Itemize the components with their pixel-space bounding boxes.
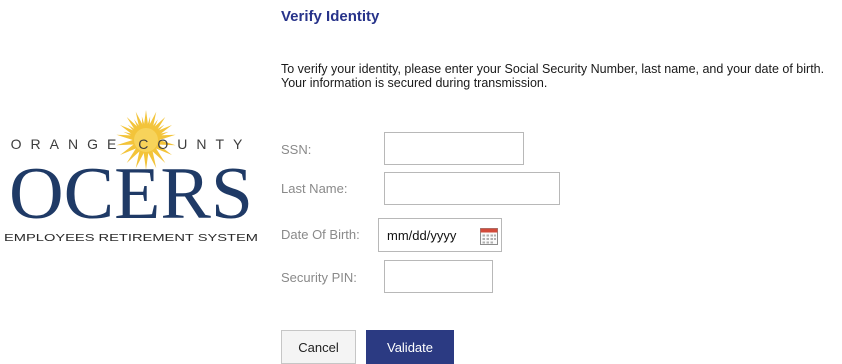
logo-bottom-text: EMPLOYEES RETIREMENT SYSTEM [4, 232, 258, 244]
last-name-input[interactable] [384, 172, 560, 205]
security-pin-input[interactable] [384, 260, 493, 293]
ssn-input[interactable] [384, 132, 524, 165]
cancel-button[interactable]: Cancel [281, 330, 356, 364]
logo-mark-text: OCERS [9, 153, 253, 235]
calendar-icon[interactable] [479, 226, 499, 246]
ocers-logo-graphic: ORANGE COUNTY OCERS EMPLOYEES RETIREMENT… [4, 110, 258, 244]
ssn-label: SSN: [281, 142, 312, 157]
page-title: Verify Identity [281, 8, 380, 25]
verify-identity-page: ORANGE COUNTY OCERS EMPLOYEES RETIREMENT… [0, 0, 842, 364]
ocers-logo: ORANGE COUNTY OCERS EMPLOYEES RETIREMENT… [0, 100, 262, 250]
last-name-label: Last Name: [281, 181, 348, 196]
validate-button[interactable]: Validate [366, 330, 454, 364]
security-pin-label: Security PIN: [281, 270, 357, 285]
dob-field[interactable] [378, 218, 502, 252]
logo-top-text: ORANGE COUNTY [11, 136, 252, 152]
intro-text: To verify your identity, please enter yo… [281, 62, 825, 90]
dob-label: Date Of Birth: [281, 227, 360, 242]
